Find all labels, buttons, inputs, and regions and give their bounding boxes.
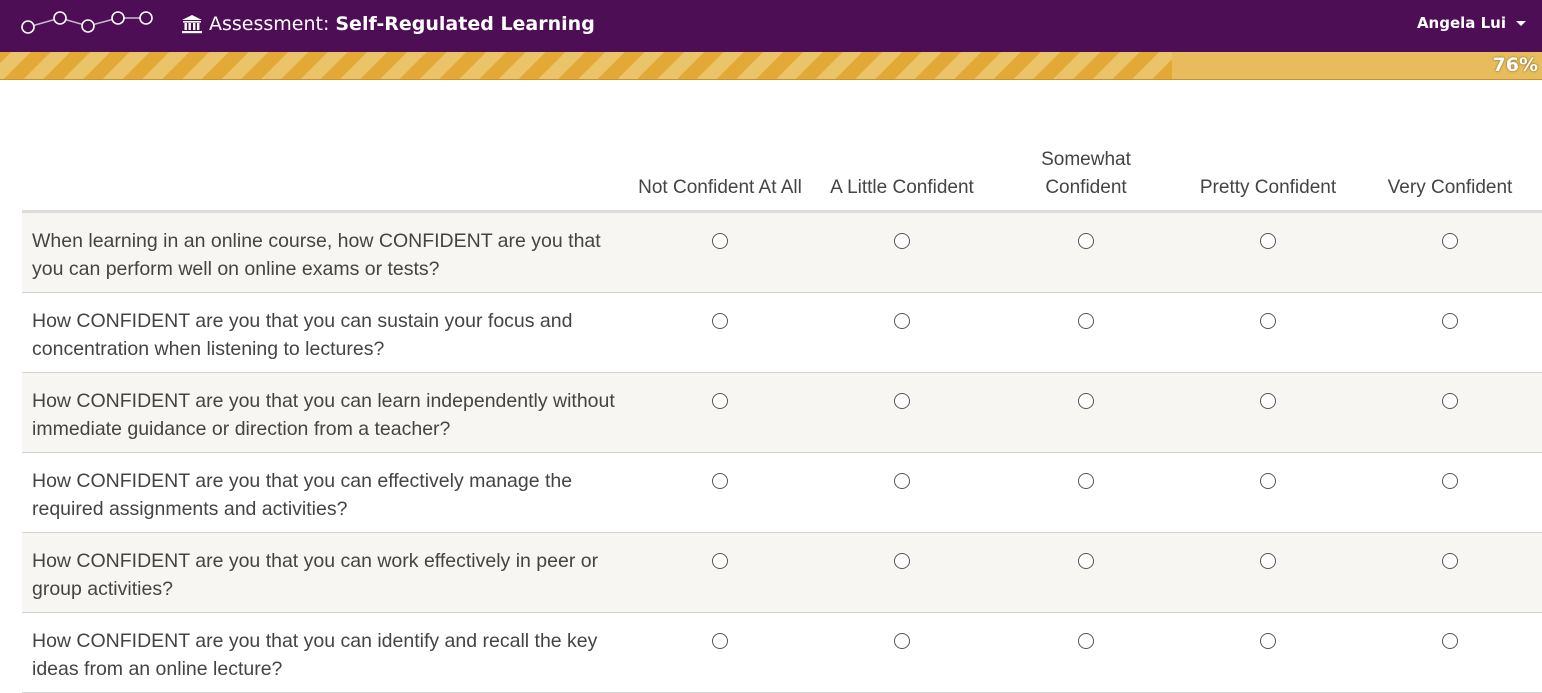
rating-radio-button[interactable] — [894, 473, 910, 489]
column-header: Somewhat Confident — [1041, 149, 1131, 198]
connected-circles-logo-icon[interactable] — [18, 6, 158, 40]
question-row: How CONFIDENT are you that you can work … — [22, 533, 1542, 613]
rating-radio-button[interactable] — [1078, 393, 1094, 409]
question-text: How CONFIDENT are you that you can work … — [32, 550, 599, 600]
rating-radio-button[interactable] — [1442, 473, 1458, 489]
top-navigation-bar: Assessment: Self-Regulated Learning Ange… — [0, 0, 1542, 52]
rating-radio-button[interactable] — [1260, 313, 1276, 329]
rating-radio-button[interactable] — [1442, 633, 1458, 649]
rating-radio-button[interactable] — [1260, 393, 1276, 409]
assessment-label: Assessment: — [209, 13, 330, 35]
rating-radio-button[interactable] — [1078, 233, 1094, 249]
assessment-name: Self-Regulated Learning — [335, 13, 595, 35]
question-text: How CONFIDENT are you that you can effec… — [32, 470, 573, 520]
assessment-title: Assessment: Self-Regulated Learning — [181, 11, 595, 37]
progress-percent: 76% — [1492, 54, 1538, 76]
survey-header-row: Not Confident At All A Little Confident So… — [22, 140, 1542, 213]
rating-radio-button[interactable] — [1442, 313, 1458, 329]
progress-bar-fill — [0, 52, 1172, 79]
institution-bank-icon — [182, 15, 202, 34]
rating-radio-button[interactable] — [1260, 473, 1276, 489]
question-text: When learning in an online course, how C… — [32, 230, 601, 280]
rating-radio-button[interactable] — [712, 473, 728, 489]
question-text: How CONFIDENT are you that you can learn… — [32, 390, 615, 440]
question-row: How CONFIDENT are you that you can learn… — [22, 373, 1542, 453]
rating-radio-button[interactable] — [894, 393, 910, 409]
rating-radio-button[interactable] — [894, 633, 910, 649]
column-header: Not Confident At All — [638, 177, 802, 198]
rating-radio-button[interactable] — [712, 393, 728, 409]
rating-radio-button[interactable] — [894, 233, 910, 249]
rating-radio-button[interactable] — [1078, 313, 1094, 329]
question-row: When learning in an online course, how C… — [22, 213, 1542, 293]
rating-radio-button[interactable] — [1078, 553, 1094, 569]
question-text: How CONFIDENT are you that you can ident… — [32, 630, 598, 680]
rating-radio-button[interactable] — [1260, 633, 1276, 649]
rating-radio-button[interactable] — [894, 553, 910, 569]
rating-radio-button[interactable] — [712, 313, 728, 329]
rating-radio-button[interactable] — [1260, 233, 1276, 249]
progress-bar: 76% — [0, 52, 1542, 80]
question-row: How CONFIDENT are you that you can ident… — [22, 613, 1542, 693]
rating-radio-button[interactable] — [1260, 553, 1276, 569]
rating-radio-button[interactable] — [1078, 633, 1094, 649]
rating-radio-button[interactable] — [712, 233, 728, 249]
question-row: How CONFIDENT are you that you can effec… — [22, 453, 1542, 533]
rating-radio-button[interactable] — [712, 633, 728, 649]
user-menu[interactable]: Angela Lui — [1417, 12, 1526, 34]
likert-survey-table: Not Confident At All A Little Confident So… — [22, 140, 1542, 693]
rating-radio-button[interactable] — [1442, 553, 1458, 569]
question-text: How CONFIDENT are you that you can susta… — [32, 310, 573, 360]
rating-radio-button[interactable] — [1442, 393, 1458, 409]
rating-radio-button[interactable] — [1078, 473, 1094, 489]
rating-radio-button[interactable] — [712, 553, 728, 569]
rating-radio-button[interactable] — [894, 313, 910, 329]
user-name[interactable]: Angela Lui — [1417, 14, 1506, 32]
column-header: Pretty Confident — [1199, 177, 1337, 198]
rating-radio-button[interactable] — [1442, 233, 1458, 249]
caret-down-icon[interactable] — [1516, 20, 1526, 26]
question-row: How CONFIDENT are you that you can susta… — [22, 293, 1542, 373]
column-header: A Little Confident — [830, 177, 974, 198]
column-header: Very Confident — [1387, 177, 1513, 198]
